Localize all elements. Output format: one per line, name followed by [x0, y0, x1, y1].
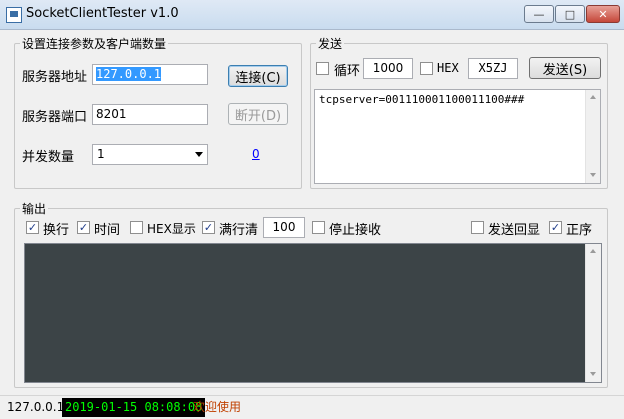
- send-button[interactable]: 发送(S): [529, 57, 601, 79]
- stop-receive-label: 停止接收: [329, 223, 382, 238]
- newline-label: 换行: [43, 223, 70, 238]
- server-port-label: 服务器端口: [22, 110, 88, 125]
- hex-display-label: HEX显示: [147, 222, 196, 236]
- newline-checkbox[interactable]: ✓: [26, 221, 39, 234]
- status-bar: 127.0.0.1 2019-01-15 08:08:08 欢迎使用: [0, 395, 624, 419]
- scroll-down-icon[interactable]: [590, 372, 596, 376]
- output-scrollbar[interactable]: [585, 244, 601, 382]
- send-echo-label: 发送回显: [488, 223, 541, 238]
- loop-interval-input[interactable]: 1000: [363, 58, 413, 79]
- hex-display-checkbox[interactable]: [130, 221, 143, 234]
- scroll-up-icon[interactable]: [590, 249, 596, 253]
- concurrency-select[interactable]: 1: [92, 144, 208, 165]
- output-group-title: 输出: [20, 200, 49, 217]
- code-input[interactable]: X5ZJ: [468, 58, 518, 79]
- scroll-down-icon[interactable]: [590, 173, 596, 177]
- full-clear-checkbox[interactable]: ✓: [202, 221, 215, 234]
- status-welcome: 欢迎使用: [193, 400, 242, 414]
- minimize-button[interactable]: —: [524, 5, 554, 23]
- status-ip: 127.0.0.1: [7, 400, 65, 414]
- hex-send-label: HEX: [437, 61, 459, 75]
- send-echo-checkbox[interactable]: [471, 221, 484, 234]
- disconnect-button[interactable]: 断开(D): [228, 103, 288, 125]
- connect-button[interactable]: 连接(C): [228, 65, 288, 87]
- maximize-button[interactable]: □: [555, 5, 585, 23]
- server-address-input[interactable]: 127.0.0.1: [92, 64, 208, 85]
- scroll-up-icon[interactable]: [590, 95, 596, 99]
- send-message-text: tcpserver=001110001100011100###: [319, 93, 525, 106]
- window-title: SocketClientTester v1.0: [26, 6, 179, 21]
- send-scrollbar[interactable]: [585, 90, 600, 183]
- title-bar: SocketClientTester v1.0 — □ ✕: [0, 0, 624, 30]
- ascending-order-label: 正序: [566, 223, 593, 238]
- time-label: 时间: [94, 223, 121, 238]
- loop-checkbox[interactable]: [316, 62, 329, 75]
- server-port-input[interactable]: 8201: [92, 104, 208, 125]
- connection-group-title: 设置连接参数及客户端数量: [20, 35, 169, 52]
- concurrency-value: 1: [97, 147, 105, 161]
- client-count-link[interactable]: 0: [252, 147, 260, 161]
- ascending-order-checkbox[interactable]: ✓: [549, 221, 562, 234]
- loop-label: 循环: [334, 64, 361, 79]
- app-icon: [6, 7, 22, 23]
- stop-receive-checkbox[interactable]: [312, 221, 325, 234]
- server-address-label: 服务器地址: [22, 70, 88, 85]
- full-clear-label: 满行清: [219, 223, 259, 238]
- send-message-textarea[interactable]: tcpserver=001110001100011100###: [314, 89, 601, 184]
- close-button[interactable]: ✕: [586, 5, 620, 23]
- output-log-area[interactable]: [24, 243, 602, 383]
- line-limit-input[interactable]: 100: [263, 217, 305, 238]
- send-group-title: 发送: [316, 35, 345, 52]
- chevron-down-icon: [195, 152, 203, 157]
- time-checkbox[interactable]: ✓: [77, 221, 90, 234]
- status-datetime: 2019-01-15 08:08:08: [62, 398, 206, 417]
- concurrency-label: 并发数量: [22, 150, 75, 165]
- hex-send-checkbox[interactable]: [420, 62, 433, 75]
- server-address-value: 127.0.0.1: [96, 67, 162, 81]
